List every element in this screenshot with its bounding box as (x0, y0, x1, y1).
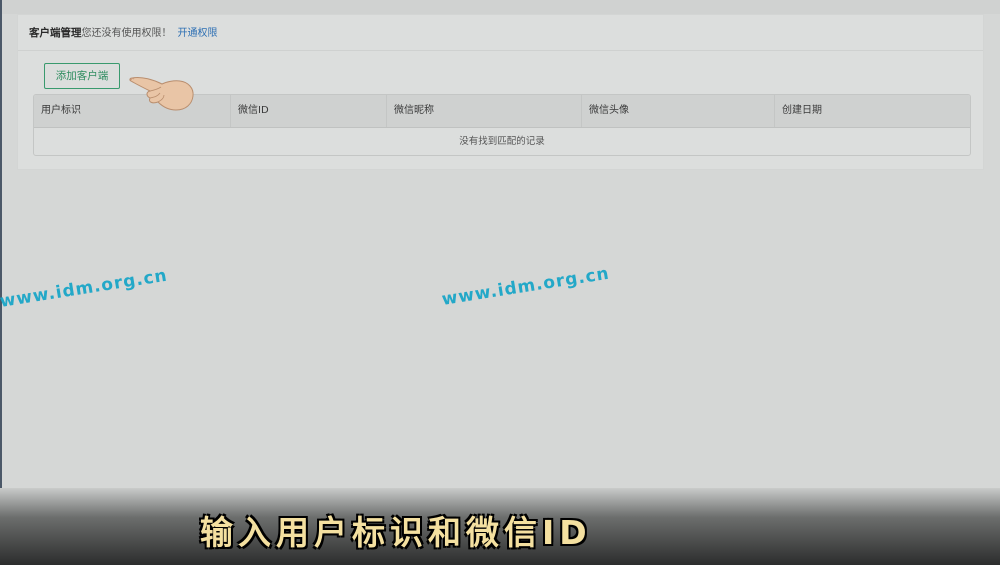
column-header-wechat-avatar[interactable]: 微信头像 (581, 95, 774, 127)
watermark-text-left: www.idm.org.cn (0, 265, 170, 312)
permission-note: 您还没有使用权限！ (81, 28, 172, 39)
page-title: 客户端管理 (29, 27, 82, 39)
empty-table-message: 没有找到匹配的记录 (459, 136, 545, 147)
column-header-created-date[interactable]: 创建日期 (774, 95, 970, 127)
open-permission-link[interactable]: 开通权限 (178, 28, 218, 39)
watermark-text-center: www.idm.org.cn (440, 263, 612, 310)
column-header-wechat-id[interactable]: 微信ID (230, 95, 386, 127)
left-edge-border (0, 0, 2, 565)
top-strip (0, 0, 1000, 14)
add-client-button[interactable]: 添加客户端 (44, 63, 120, 89)
pointing-hand-icon (129, 77, 194, 111)
video-subtitle: 输入用户标识和微信ID (200, 513, 592, 552)
column-header-wechat-nickname[interactable]: 微信昵称 (386, 95, 581, 127)
panel-header: 客户端管理您还没有使用权限！ 开通权限 (18, 15, 983, 51)
